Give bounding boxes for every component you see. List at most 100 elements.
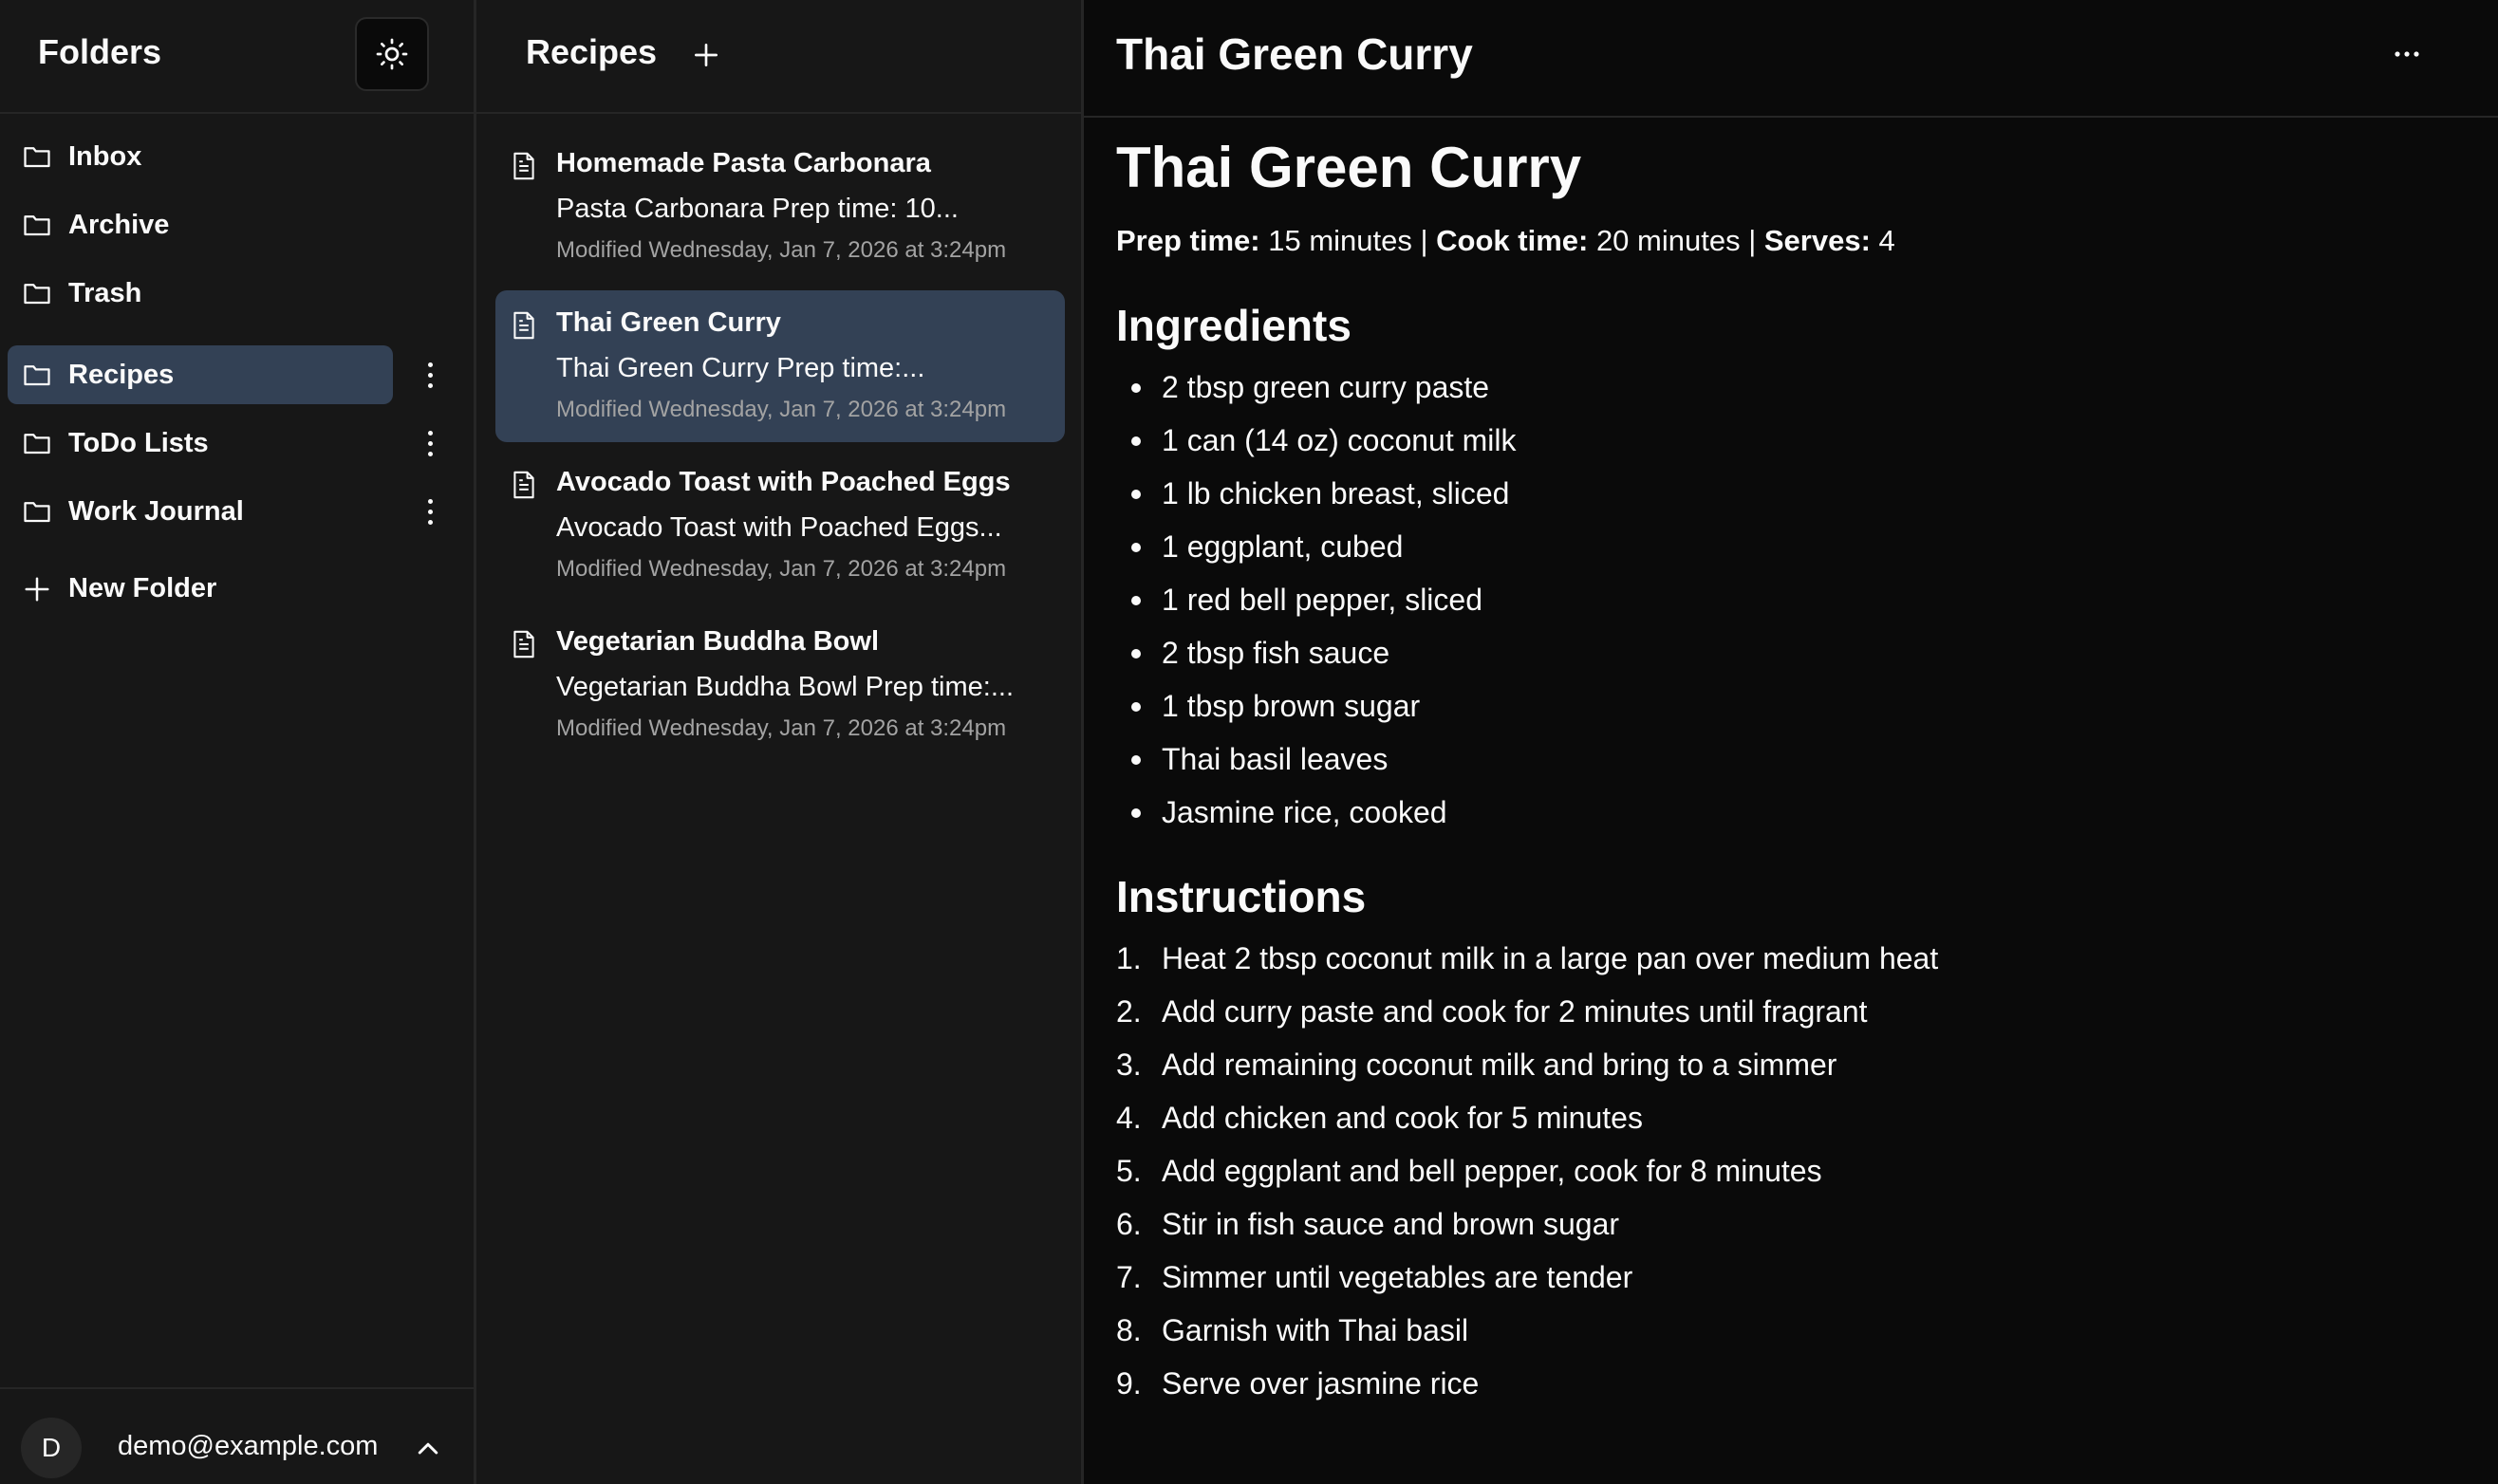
note-modified: Modified Wednesday, Jan 7, 2026 at 3:24p… (556, 556, 1007, 582)
folder-label: Trash (68, 278, 142, 308)
step-text: Add eggplant and bell pepper, cook for 8… (1162, 1154, 1822, 1188)
folder-menu-button-work-journal[interactable] (418, 492, 442, 530)
file-text-icon (513, 152, 534, 180)
new-folder-label: New Folder (68, 573, 217, 603)
list-item: 1 red bell pepper, sliced (1116, 573, 2464, 626)
list-item: 1. Heat 2 tbsp coconut milk in a large pa… (1116, 932, 2464, 985)
bullet (1131, 755, 1141, 765)
ingredient-text: Jasmine rice, cooked (1162, 795, 1447, 829)
note-preview: Thai Green Curry Prep time:... (556, 353, 925, 383)
avatar: D (21, 1418, 82, 1478)
file-text-icon (513, 471, 534, 499)
notes-header: Recipes (476, 0, 1081, 114)
plus-icon (25, 577, 49, 602)
bullet (1131, 649, 1141, 659)
file-text-icon (513, 630, 534, 659)
step-number: 5. (1116, 1154, 1142, 1188)
note-title: Thai Green Curry (556, 307, 781, 338)
list-item: 4. Add chicken and cook for 5 minutes (1116, 1091, 2464, 1144)
folder-icon (24, 284, 50, 305)
notes-list-panel: Recipes Homemade Pasta Carbonara Pasta C… (476, 0, 1084, 1484)
list-item: 7. Simmer until vegetables are tender (1116, 1251, 2464, 1304)
ingredient-text: 2 tbsp green curry paste (1162, 370, 1490, 404)
note-editor: Thai Green Curry Thai Green Curry Prep t… (1084, 0, 2498, 1484)
folder-menu-button-recipes[interactable] (418, 356, 442, 394)
folder-icon (24, 365, 50, 386)
step-text: Add curry paste and cook for 2 minutes u… (1162, 994, 1868, 1029)
doc-title: Thai Green Curry (1116, 136, 1582, 199)
step-number: 1. (1116, 941, 1142, 975)
folder-item-archive[interactable]: Archive (8, 195, 393, 254)
bullet (1131, 543, 1141, 552)
step-text: Stir in fish sauce and brown sugar (1162, 1207, 1620, 1241)
note-title: Homemade Pasta Carbonara (556, 148, 931, 178)
folders-header: Folders (0, 0, 474, 114)
folder-menu-button-todo-lists[interactable] (418, 424, 442, 462)
step-number: 6. (1116, 1207, 1142, 1241)
folders-sidebar: Folders Inbox Archive Trash Recipes ToDo… (0, 0, 476, 1484)
serves-value: 4 (1870, 224, 1895, 257)
folder-icon (24, 502, 50, 523)
folder-item-recipes[interactable]: Recipes (8, 345, 393, 404)
folder-label: Recipes (68, 360, 175, 390)
prep-value: 15 minutes | (1259, 224, 1437, 257)
list-item: 1 can (14 oz) coconut milk (1116, 414, 2464, 467)
ingredient-text: 2 tbsp fish sauce (1162, 636, 1390, 670)
theme-toggle-button[interactable] (355, 17, 429, 91)
user-menu[interactable]: D demo@example.com (0, 1387, 474, 1484)
more-horizontal-icon[interactable] (2388, 40, 2426, 68)
folder-label: Archive (68, 210, 170, 240)
recipe-meta: Prep time: 15 minutes | Cook time: 20 mi… (1116, 220, 2464, 262)
editor-note-title[interactable]: Thai Green Curry (1116, 28, 1473, 80)
add-note-button[interactable] (691, 40, 721, 70)
note-body[interactable]: Thai Green Curry Prep time: 15 minutes |… (1116, 131, 2464, 1410)
note-card-thai-green-curry[interactable]: Thai Green Curry Thai Green Curry Prep t… (495, 290, 1065, 442)
notes-list-title: Recipes (526, 32, 658, 71)
note-modified: Modified Wednesday, Jan 7, 2026 at 3:24p… (556, 715, 1007, 741)
folder-icon (24, 434, 50, 454)
ingredient-text: 1 tbsp brown sugar (1162, 689, 1421, 723)
folders-title: Folders (38, 32, 162, 71)
folder-item-work-journal[interactable]: Work Journal (8, 482, 393, 541)
note-card-buddha-bowl[interactable]: Vegetarian Buddha Bowl Vegetarian Buddha… (495, 609, 1065, 761)
folder-icon (24, 147, 50, 168)
folder-item-todo-lists[interactable]: ToDo Lists (8, 414, 393, 473)
step-number: 3. (1116, 1048, 1142, 1082)
folder-item-trash[interactable]: Trash (8, 264, 393, 323)
user-email: demo@example.com (118, 1431, 379, 1461)
list-item: 6. Stir in fish sauce and brown sugar (1116, 1197, 2464, 1251)
list-item: Thai basil leaves (1116, 733, 2464, 786)
folder-icon (24, 215, 50, 236)
ingredients-heading: Ingredients (1116, 301, 1352, 350)
prep-label: Prep time: (1116, 224, 1260, 257)
note-title: Vegetarian Buddha Bowl (556, 626, 879, 657)
serves-label: Serves: (1763, 224, 1871, 257)
step-number: 4. (1116, 1101, 1142, 1135)
folder-label: Work Journal (68, 496, 244, 527)
instructions-list: 1. Heat 2 tbsp coconut milk in a large pa… (1116, 932, 2464, 1410)
step-number: 8. (1116, 1313, 1142, 1347)
list-item: 1 lb chicken breast, sliced (1116, 467, 2464, 520)
step-text: Heat 2 tbsp coconut milk in a large pan … (1162, 941, 1939, 975)
ingredient-text: 1 lb chicken breast, sliced (1162, 476, 1510, 510)
note-card-avocado-toast[interactable]: Avocado Toast with Poached Eggs Avocado … (495, 450, 1065, 602)
step-text: Garnish with Thai basil (1162, 1313, 1469, 1347)
step-text: Add remaining coconut milk and bring to … (1162, 1048, 1837, 1082)
chevron-up-icon[interactable] (414, 1437, 442, 1459)
list-item: 3. Add remaining coconut milk and bring t… (1116, 1038, 2464, 1091)
bullet (1131, 436, 1141, 446)
note-card-pasta-carbonara[interactable]: Homemade Pasta Carbonara Pasta Carbonara… (495, 131, 1065, 283)
cook-label: Cook time: (1436, 224, 1589, 257)
list-item: 1 eggplant, cubed (1116, 520, 2464, 573)
folder-item-inbox[interactable]: Inbox (8, 127, 393, 186)
instructions-heading: Instructions (1116, 872, 1367, 921)
step-number: 9. (1116, 1366, 1142, 1401)
new-folder-button[interactable]: New Folder (23, 566, 308, 613)
step-text: Simmer until vegetables are tender (1162, 1260, 1633, 1294)
note-modified: Modified Wednesday, Jan 7, 2026 at 3:24p… (556, 397, 1007, 422)
ingredient-text: 1 eggplant, cubed (1162, 529, 1404, 564)
note-modified: Modified Wednesday, Jan 7, 2026 at 3:24p… (556, 237, 1007, 263)
step-number: 7. (1116, 1260, 1142, 1294)
step-text: Add chicken and cook for 5 minutes (1162, 1101, 1643, 1135)
list-item: Jasmine rice, cooked (1116, 786, 2464, 839)
